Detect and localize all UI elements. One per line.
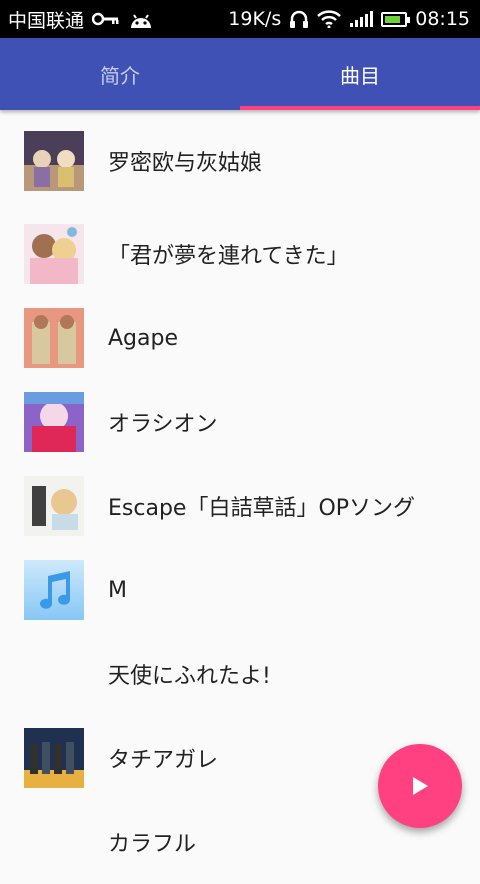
headphones-icon: [289, 10, 309, 28]
track-title: Agape: [108, 325, 178, 351]
album-art: [24, 812, 84, 872]
tab-bar: 简介 曲目: [0, 38, 480, 110]
track-title: カラフル: [108, 832, 197, 857]
key-icon: [92, 12, 120, 26]
list-item[interactable]: M: [0, 548, 480, 632]
list-item[interactable]: Agape: [0, 296, 480, 380]
carrier-label: 中国联通: [8, 9, 85, 32]
play-icon: [413, 777, 428, 795]
play-button[interactable]: [378, 744, 462, 828]
android-icon: [128, 8, 154, 30]
track-title: 「君が夢を連れてきた」: [108, 244, 349, 269]
album-art: [24, 392, 84, 452]
battery-icon: [381, 11, 411, 27]
album-art: [24, 308, 84, 368]
list-item[interactable]: 天使にふれたよ!: [0, 632, 480, 716]
track-title: オラシオン: [108, 412, 218, 437]
track-title: 罗密欧与灰姑娘: [108, 151, 263, 176]
list-item[interactable]: オラシオン: [0, 380, 480, 464]
track-title: タチアガレ: [108, 748, 219, 773]
clock: 08:15: [415, 8, 470, 30]
list-item[interactable]: 罗密欧与灰姑娘: [0, 110, 480, 212]
album-art: [24, 644, 84, 704]
network-speed: 19K/s: [228, 8, 282, 30]
track-title: 天使にふれたよ!: [108, 664, 271, 689]
music-note-icon: [24, 560, 84, 620]
tab-intro[interactable]: 简介: [0, 38, 240, 110]
tab-tracks-label: 曲目: [340, 63, 380, 88]
album-art: [24, 476, 84, 536]
tab-intro-label: 简介: [100, 63, 140, 88]
track-title: M: [108, 577, 127, 603]
signal-icon: [349, 10, 374, 28]
list-item[interactable]: Escape「白詰草話」OPソング: [0, 464, 480, 548]
track-title: Escape「白詰草話」OPソング: [108, 496, 416, 521]
list-item[interactable]: 「君が夢を連れてきた」: [0, 212, 480, 296]
wifi-icon: [317, 10, 342, 28]
status-bar: 中国联通 19K/s 08:15: [0, 0, 480, 38]
tab-tracks[interactable]: 曲目: [240, 38, 480, 110]
album-art: [24, 728, 84, 788]
album-art: [24, 224, 84, 284]
album-art: [24, 131, 84, 191]
